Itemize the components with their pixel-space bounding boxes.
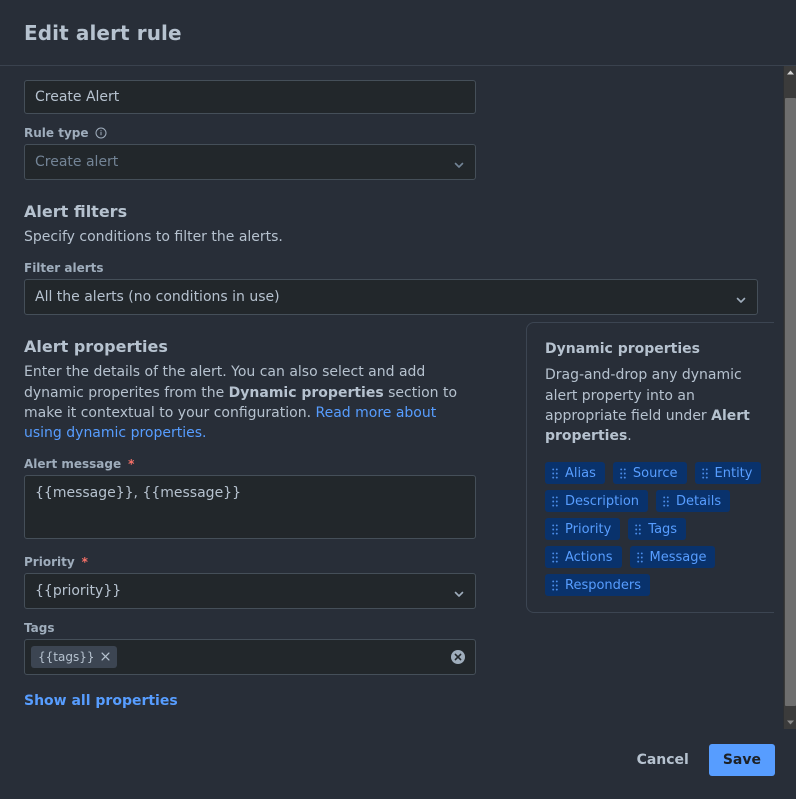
- dynamic-property-chip-label: Description: [565, 493, 640, 509]
- right-column: Dynamic properties Drag-and-drop any dyn…: [526, 322, 786, 614]
- clear-circle-icon[interactable]: [451, 650, 465, 665]
- dynamic-property-chip[interactable]: Tags: [628, 518, 687, 541]
- tags-label: Tags: [24, 621, 476, 635]
- tag-chip: {{tags}}: [31, 646, 118, 669]
- filter-alerts-select[interactable]: All the alerts (no conditions in use): [24, 279, 758, 316]
- alert-message-label-text: Alert message: [24, 457, 122, 472]
- dynamic-property-chip[interactable]: Actions: [545, 546, 622, 569]
- alert-message-textarea[interactable]: [24, 475, 476, 540]
- dialog-body: Rule type Create alert: [0, 66, 796, 729]
- scroll-up-arrow-icon[interactable]: [784, 66, 796, 79]
- tags-input[interactable]: {{tags}}: [24, 639, 476, 676]
- vertical-scrollbar[interactable]: [783, 66, 796, 729]
- priority-select[interactable]: {{priority}}: [24, 573, 476, 610]
- required-asterisk: *: [128, 457, 135, 472]
- alert-properties-title: Alert properties: [24, 337, 168, 357]
- scroll-down-arrow-icon[interactable]: [784, 716, 796, 729]
- tags-label-text: Tags: [24, 621, 55, 636]
- rule-type-select[interactable]: Create alert: [24, 144, 476, 180]
- filter-alerts-label: Filter alerts: [24, 261, 772, 275]
- rule-name-input[interactable]: [24, 80, 476, 114]
- dynamic-property-chip-list: Alias Source Entity Description Details Prior…: [545, 462, 767, 597]
- dynamic-property-chip[interactable]: Source: [612, 462, 687, 485]
- dynamic-property-chip-label: Entity: [714, 465, 753, 481]
- left-column: Rule type Create alert: [24, 80, 476, 180]
- priority-select-wrap: {{priority}}: [24, 573, 476, 610]
- dynamic-property-chip-label: Message: [649, 549, 707, 565]
- alert-properties-column: Alert properties Enter the details of th…: [24, 315, 476, 709]
- show-all-properties-link[interactable]: Show all properties: [24, 693, 178, 709]
- priority-label: Priority *: [24, 555, 476, 569]
- drag-grip-icon: [663, 496, 669, 507]
- dynamic-properties-card: Dynamic properties Drag-and-drop any dyn…: [526, 322, 786, 614]
- scroll-content: Rule type Create alert: [0, 66, 796, 729]
- dynamic-property-chip[interactable]: Description: [545, 490, 649, 513]
- dynamic-property-chip[interactable]: Priority: [545, 518, 621, 541]
- dialog-header: Edit alert rule: [0, 0, 796, 66]
- edit-alert-rule-dialog: Edit alert rule Rule type: [0, 0, 796, 799]
- dynamic-property-chip-label: Alias: [565, 465, 596, 481]
- required-asterisk: *: [81, 555, 88, 570]
- drag-grip-icon: [636, 552, 643, 563]
- dialog-footer: Cancel Save: [0, 729, 796, 799]
- dynamic-property-chip-label: Source: [632, 465, 678, 481]
- drag-grip-icon: [701, 468, 708, 479]
- info-circle-icon[interactable]: [95, 127, 107, 139]
- alert-filters-description: Specify conditions to filter the alerts.: [24, 229, 283, 245]
- priority-label-text: Priority: [24, 555, 75, 570]
- drag-grip-icon: [552, 580, 558, 591]
- drag-grip-icon: [552, 496, 558, 507]
- dynamic-property-chip-label: Details: [676, 493, 722, 509]
- dynamic-property-chip-label: Priority: [565, 521, 612, 537]
- scrollbar-thumb[interactable]: [785, 98, 796, 706]
- drag-grip-icon: [620, 468, 626, 479]
- page-title: Edit alert rule: [24, 20, 182, 45]
- rule-type-label-text: Rule type: [24, 126, 89, 140]
- alert-properties-description: Enter the details of the alert. You can …: [24, 362, 476, 443]
- tag-chip-label: {{tags}}: [38, 650, 95, 665]
- dynamic-property-chip[interactable]: Entity: [694, 462, 762, 485]
- drag-grip-icon: [552, 468, 558, 479]
- dynamic-property-chip[interactable]: Message: [629, 546, 716, 569]
- close-x-icon[interactable]: [101, 652, 111, 663]
- drag-grip-icon: [552, 524, 558, 535]
- dynamic-property-chip[interactable]: Alias: [545, 462, 605, 485]
- filter-alerts-select-wrap: All the alerts (no conditions in use): [24, 279, 758, 316]
- drag-grip-icon: [552, 552, 558, 563]
- cancel-button[interactable]: Cancel: [625, 744, 701, 776]
- alert-filters-title: Alert filters: [24, 202, 128, 221]
- dynamic-property-chip-label: Tags: [648, 521, 678, 537]
- save-button[interactable]: Save: [708, 744, 775, 776]
- rule-type-label: Rule type: [24, 126, 476, 140]
- scroll-gutter: [774, 66, 783, 729]
- drag-grip-icon: [635, 524, 642, 535]
- alert-message-label: Alert message *: [24, 457, 476, 471]
- dynamic-properties-desc-part2: .: [627, 428, 632, 445]
- alert-properties-desc-bold: Dynamic properties: [228, 384, 384, 401]
- filter-alerts-label-text: Filter alerts: [24, 261, 104, 276]
- rule-type-select-wrap: Create alert: [24, 144, 476, 180]
- dynamic-properties-title: Dynamic properties: [545, 341, 701, 358]
- dynamic-property-chip-label: Actions: [565, 549, 613, 565]
- dynamic-property-chip[interactable]: Details: [656, 490, 731, 513]
- dynamic-property-chip[interactable]: Responders: [545, 574, 651, 597]
- dynamic-property-chip-label: Responders: [565, 577, 642, 593]
- dynamic-properties-description: Drag-and-drop any dynamic alert property…: [545, 365, 767, 446]
